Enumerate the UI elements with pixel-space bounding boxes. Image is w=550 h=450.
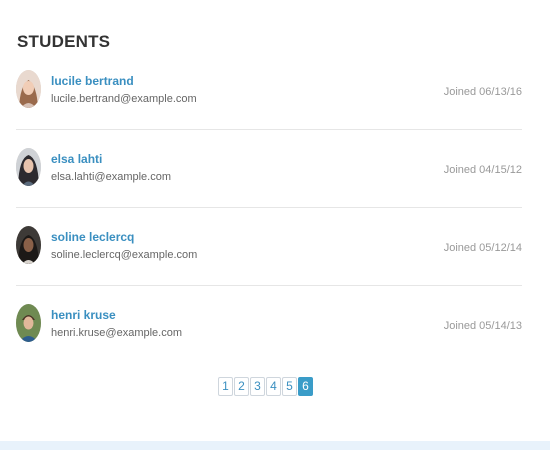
student-row: soline leclercq soline.leclercq@example.… bbox=[16, 208, 522, 286]
student-list: lucile bertrand lucile.bertrand@example.… bbox=[16, 52, 522, 363]
section-title: STUDENTS bbox=[17, 32, 111, 51]
avatar[interactable] bbox=[16, 226, 41, 264]
page-button[interactable]: 2 bbox=[234, 377, 249, 396]
pagination: 1 2 3 4 5 6 bbox=[218, 377, 313, 396]
student-name[interactable]: elsa lahti bbox=[51, 152, 102, 166]
page-button-active[interactable]: 6 bbox=[298, 377, 313, 396]
avatar[interactable] bbox=[16, 304, 41, 342]
join-date: Joined 06/13/16 bbox=[443, 86, 522, 98]
student-row: lucile bertrand lucile.bertrand@example.… bbox=[16, 52, 522, 130]
student-email: lucile.bertrand@example.com bbox=[51, 93, 197, 105]
avatar[interactable] bbox=[16, 148, 41, 186]
page-button[interactable]: 5 bbox=[282, 377, 297, 396]
join-date: Joined 05/12/14 bbox=[443, 242, 522, 254]
join-date: Joined 05/14/13 bbox=[443, 320, 522, 332]
page-button[interactable]: 4 bbox=[266, 377, 281, 396]
avatar-photo-icon bbox=[16, 70, 41, 108]
student-email: elsa.lahti@example.com bbox=[51, 171, 171, 183]
student-name[interactable]: henri kruse bbox=[51, 308, 116, 322]
student-row: elsa lahti elsa.lahti@example.com Joined… bbox=[16, 130, 522, 208]
avatar-photo-icon bbox=[16, 148, 41, 186]
students-page: STUDENTS lucile bertrand lucile.bertrand… bbox=[0, 0, 550, 450]
avatar-photo-icon bbox=[16, 304, 41, 342]
student-name[interactable]: lucile bertrand bbox=[51, 74, 134, 88]
avatar-photo-icon bbox=[16, 226, 41, 264]
join-date: Joined 04/15/12 bbox=[443, 164, 522, 176]
page-button[interactable]: 1 bbox=[218, 377, 233, 396]
student-row: henri kruse henri.kruse@example.com Join… bbox=[16, 286, 522, 363]
footer-band bbox=[0, 441, 550, 450]
avatar[interactable] bbox=[16, 70, 41, 108]
page-button[interactable]: 3 bbox=[250, 377, 265, 396]
student-email: soline.leclercq@example.com bbox=[51, 249, 198, 261]
student-email: henri.kruse@example.com bbox=[51, 327, 182, 339]
student-name[interactable]: soline leclercq bbox=[51, 230, 134, 244]
